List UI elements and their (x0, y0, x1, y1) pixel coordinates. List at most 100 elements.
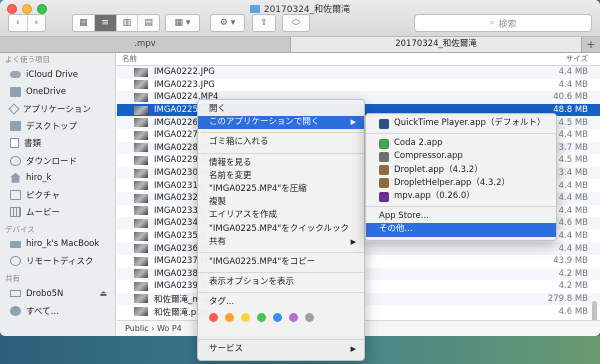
tag-color-dot[interactable] (273, 312, 282, 322)
menu-get-info[interactable]: 情報を見る (198, 157, 364, 170)
sidebar-item[interactable]: hiro_k (0, 169, 115, 186)
tab-current-folder[interactable]: 20170324_和佐爾滝 (291, 37, 582, 52)
forward-button[interactable]: › (28, 15, 46, 31)
file-size: 4.2 MB (558, 268, 588, 279)
table-row[interactable]: IMGA0223.JPG 4.4 MB (117, 79, 600, 92)
submenu-app-item[interactable]: Compressor.app (366, 150, 556, 163)
cloud-icon (10, 71, 21, 79)
action-button[interactable]: ⚙ ▾ (210, 14, 245, 32)
sidebar-item[interactable]: OneDrive (0, 83, 115, 100)
tag-color-dot[interactable] (289, 312, 298, 322)
submenu-other[interactable]: その他... (366, 223, 556, 237)
column-view-button[interactable]: ▥ (117, 15, 139, 31)
sidebar-item[interactable]: すべて… (0, 302, 115, 319)
downloads-icon (10, 155, 21, 166)
sidebar-item[interactable]: iCloud Drive (0, 66, 115, 83)
file-name: IMGA0222.JPG (154, 67, 215, 78)
open-with-submenu: QuickTime Player.app（デフォルト） Coda 2.app Com… (365, 113, 557, 241)
menu-open[interactable]: 開く (198, 103, 364, 116)
eject-icon[interactable]: ⏏ (99, 289, 107, 298)
shared-header: 共有 (5, 274, 20, 284)
sidebar-item[interactable]: hiro_k's MacBook (0, 236, 115, 253)
tag-color-dot[interactable] (209, 312, 218, 322)
menu-separator (366, 206, 556, 208)
folder-icon (249, 5, 260, 13)
submenu-app-label: Compressor.app (394, 151, 463, 162)
tag-button[interactable]: ⬭ (282, 14, 310, 32)
coverflow-view-button[interactable]: ▤ (138, 15, 159, 31)
icon-view-button[interactable]: ▦ (73, 15, 95, 31)
menu-compress[interactable]: "IMGA0225.MP4"を圧縮 (198, 183, 364, 196)
submenu-app-label: Coda 2.app (394, 138, 443, 149)
menu-make-alias[interactable]: エイリアスを作成 (198, 209, 364, 222)
sidebar-item-label: ムービー (26, 208, 61, 219)
menu-rename[interactable]: 名前を変更 (198, 170, 364, 183)
tab-mpv[interactable]: .mpv (0, 37, 291, 52)
sidebar-item[interactable]: リモートディスク (0, 253, 115, 270)
menu-tags[interactable]: タグ... (198, 296, 364, 309)
sidebar-item-label: ダウンロード (26, 156, 78, 167)
new-tab-button[interactable]: + (582, 37, 600, 52)
search-icon: ⌕ (489, 18, 495, 28)
sidebar-item[interactable]: 書類 (0, 135, 115, 152)
context-menu: 開く このアプリケーションで開く ▶ ゴミ箱に入れる 情報を見る 名前を変更 "I… (197, 99, 365, 361)
submenu-app-label: DropletHelper.app（4.3.2） (394, 177, 511, 188)
file-size: 4.4 MB (558, 67, 588, 78)
menu-copy[interactable]: "IMGA0225.MP4"をコピー (198, 256, 364, 269)
back-button[interactable]: ‹ (9, 15, 28, 31)
pictures-icon (10, 189, 21, 200)
file-thumbnail-icon (134, 92, 148, 102)
sidebar-item[interactable]: デスクトップ (0, 118, 115, 135)
submenu-app-label: QuickTime Player.app（デフォルト） (394, 118, 546, 128)
tag-color-row (198, 309, 364, 325)
file-size: 4.4 MB (558, 243, 588, 254)
tag-color-dot[interactable] (241, 312, 250, 322)
menu-view-options[interactable]: 表示オプションを表示 (198, 276, 364, 289)
menu-open-with[interactable]: このアプリケーションで開く ▶ (198, 116, 364, 130)
submenu-arrow-icon: ▶ (350, 118, 356, 127)
submenu-arrow-icon: ▶ (350, 237, 356, 246)
sidebar-item[interactable]: アプリケーション (0, 100, 115, 117)
share-button[interactable]: ⇪ (252, 14, 276, 32)
file-thumbnail-icon (134, 80, 148, 90)
app-icon (379, 191, 389, 202)
menu-separator (198, 292, 364, 294)
sidebar-item-label: Drobo5N (26, 288, 64, 299)
file-name: IMGA0223.JPG (154, 79, 215, 90)
size-column-header[interactable]: サイズ (545, 53, 600, 65)
menu-move-to-trash[interactable]: ゴミ箱に入れる (198, 136, 364, 149)
menu-separator (198, 272, 364, 274)
tag-color-dot[interactable] (225, 312, 234, 322)
sidebar-item[interactable]: ピクチャ (0, 186, 115, 203)
submenu-app-item[interactable]: DropletHelper.app（4.3.2） (366, 177, 556, 190)
table-row[interactable]: IMGA0222.JPG 4.4 MB (117, 66, 600, 79)
sidebar-item-label: OneDrive (26, 86, 66, 97)
file-thumbnail-icon (134, 231, 148, 241)
search-field[interactable]: ⌕ 検索 (414, 14, 592, 32)
sidebar-item[interactable]: ダウンロード (0, 152, 115, 169)
sidebar-item[interactable]: ムービー (0, 204, 115, 221)
menu-share[interactable]: 共有 ▶ (198, 236, 364, 249)
submenu-app-store[interactable]: App Store... (366, 210, 556, 223)
name-column-header[interactable]: 名前 (117, 53, 545, 65)
arrange-button[interactable]: ▦ ▾ (165, 14, 200, 32)
submenu-app-item[interactable]: Droplet.app（4.3.2） (366, 164, 556, 177)
desktop-icon (10, 121, 21, 132)
tag-color-dot[interactable] (305, 312, 314, 322)
list-view-button[interactable]: ≡ (94, 15, 117, 31)
sidebar-item[interactable]: Drobo5N ⏏ (0, 285, 115, 302)
file-size: 279.8 MB (547, 293, 588, 304)
submenu-app-item[interactable]: QuickTime Player.app（デフォルト） (366, 117, 556, 130)
file-size: 4.6 MB (558, 306, 588, 317)
tag-color-dot[interactable] (257, 312, 266, 322)
submenu-app-item[interactable]: mpv.app（0.26.0） (366, 190, 556, 203)
file-thumbnail-icon (134, 206, 148, 216)
menu-separator (198, 339, 364, 341)
menu-duplicate[interactable]: 複製 (198, 196, 364, 209)
globe-icon (10, 305, 21, 316)
submenu-app-item[interactable]: Coda 2.app (366, 137, 556, 150)
menu-quick-look[interactable]: "IMGA0225.MP4"をクイックルック (198, 223, 364, 236)
file-thumbnail-icon (134, 281, 148, 291)
menu-services[interactable]: サービス ▶ (198, 343, 364, 356)
submenu-app-label: Droplet.app（4.3.2） (394, 164, 483, 175)
